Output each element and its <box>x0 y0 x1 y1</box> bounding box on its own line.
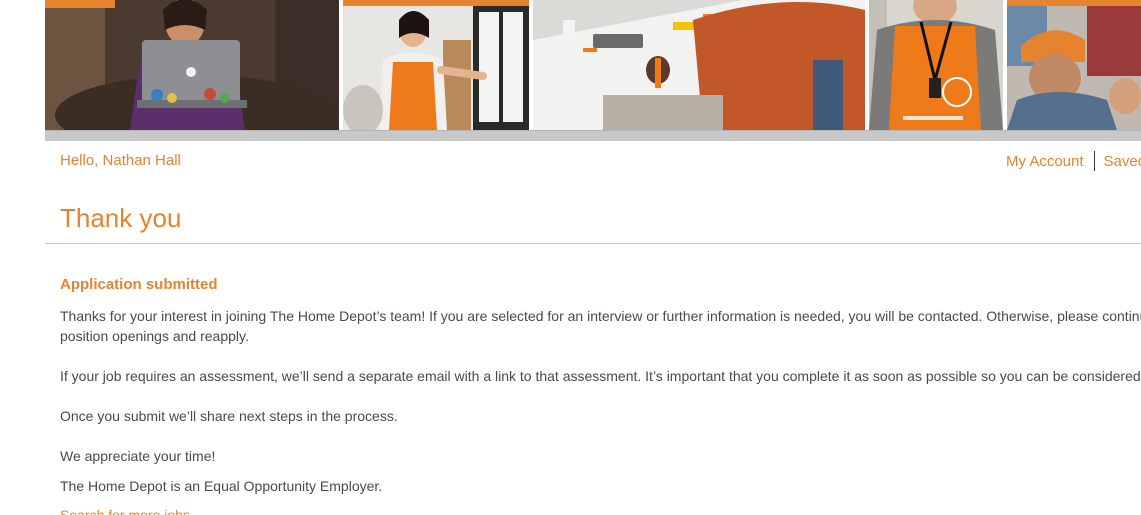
user-greeting: Hello, Nathan Hall <box>60 152 181 169</box>
header-banner <box>45 0 1141 130</box>
person-with-laptop-photo <box>45 0 339 130</box>
thank-you-paragraph-continued: position openings and reapply. <box>60 328 249 344</box>
page-title: Thank you <box>60 203 182 233</box>
assessment-paragraph: If your job requires an assessment, we’l… <box>60 368 1141 384</box>
search-more-jobs-link[interactable]: Search for more jobs <box>60 507 190 515</box>
application-confirmation-page: Hello, Nathan Hall My Account Saved Thank… <box>0 0 1141 515</box>
appreciation-paragraph: We appreciate your time! <box>60 448 216 464</box>
my-account-link[interactable]: My Account <box>1006 153 1084 170</box>
link-divider <box>1093 151 1095 171</box>
meeting-table-photo <box>533 0 865 130</box>
account-links: My Account Saved <box>1006 151 1141 172</box>
crowd-photo <box>1007 0 1141 130</box>
application-status-heading: Application submitted <box>60 276 218 293</box>
associate-apron-photo <box>869 0 1003 130</box>
thank-you-paragraph: Thanks for your interest in joining The … <box>60 308 1141 324</box>
next-steps-paragraph: Once you submit we’ll share next steps i… <box>60 408 398 424</box>
equal-opportunity-statement: The Home Depot is an Equal Opportunity E… <box>60 478 383 494</box>
associate-presenting-photo <box>343 0 529 130</box>
banner-divider-bar <box>45 130 1141 141</box>
title-divider <box>45 243 1141 244</box>
saved-link[interactable]: Saved <box>1104 153 1141 170</box>
